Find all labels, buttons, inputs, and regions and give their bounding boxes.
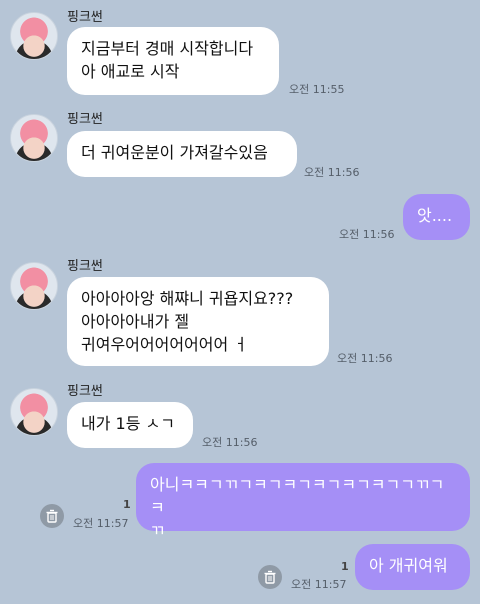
- avatar[interactable]: [10, 12, 58, 60]
- message-bubble[interactable]: 아아아아앙 해쨔니 귀욥지요??? 아아아아내가 젤 귀여우어어어어어어어 ㅓ: [67, 277, 329, 366]
- message-time: 오전 11:56: [304, 166, 360, 179]
- message-time: 오전 11:55: [289, 83, 345, 96]
- message-time: 오전 11:57: [73, 517, 129, 530]
- message-bubble[interactable]: 지금부터 경매 시작합니다 아 애교로 시작: [67, 27, 279, 95]
- message-bubble[interactable]: 더 귀여운분이 가져갈수있음: [67, 131, 297, 177]
- avatar[interactable]: [10, 262, 58, 310]
- unread-count: 1: [123, 498, 131, 511]
- sender-name: 핑크썬: [67, 10, 103, 25]
- trash-icon[interactable]: [40, 504, 64, 528]
- message-time: 오전 11:56: [337, 352, 393, 365]
- sender-name: 핑크썬: [67, 384, 103, 399]
- message-time: 오전 11:56: [339, 228, 395, 241]
- message-time: 오전 11:56: [202, 436, 258, 449]
- unread-count: 1: [341, 560, 349, 573]
- message-bubble[interactable]: 내가 1등 ㅅㄱ: [67, 402, 193, 448]
- avatar[interactable]: [10, 114, 58, 162]
- avatar[interactable]: [10, 388, 58, 436]
- message-bubble-outgoing[interactable]: 아 개귀여워: [355, 544, 470, 590]
- message-time: 오전 11:57: [291, 578, 347, 591]
- trash-icon[interactable]: [258, 565, 282, 589]
- message-bubble-outgoing[interactable]: 앗....: [403, 194, 470, 240]
- sender-name: 핑크썬: [67, 259, 103, 274]
- sender-name: 핑크썬: [67, 112, 103, 127]
- message-bubble-outgoing[interactable]: 아니ㅋㅋㄱㄲㄱㅋㄱㅋㄱㅋㄱㅋㄱㅋㄱㄱㄲㄱㅋ ㄲ: [136, 463, 470, 540]
